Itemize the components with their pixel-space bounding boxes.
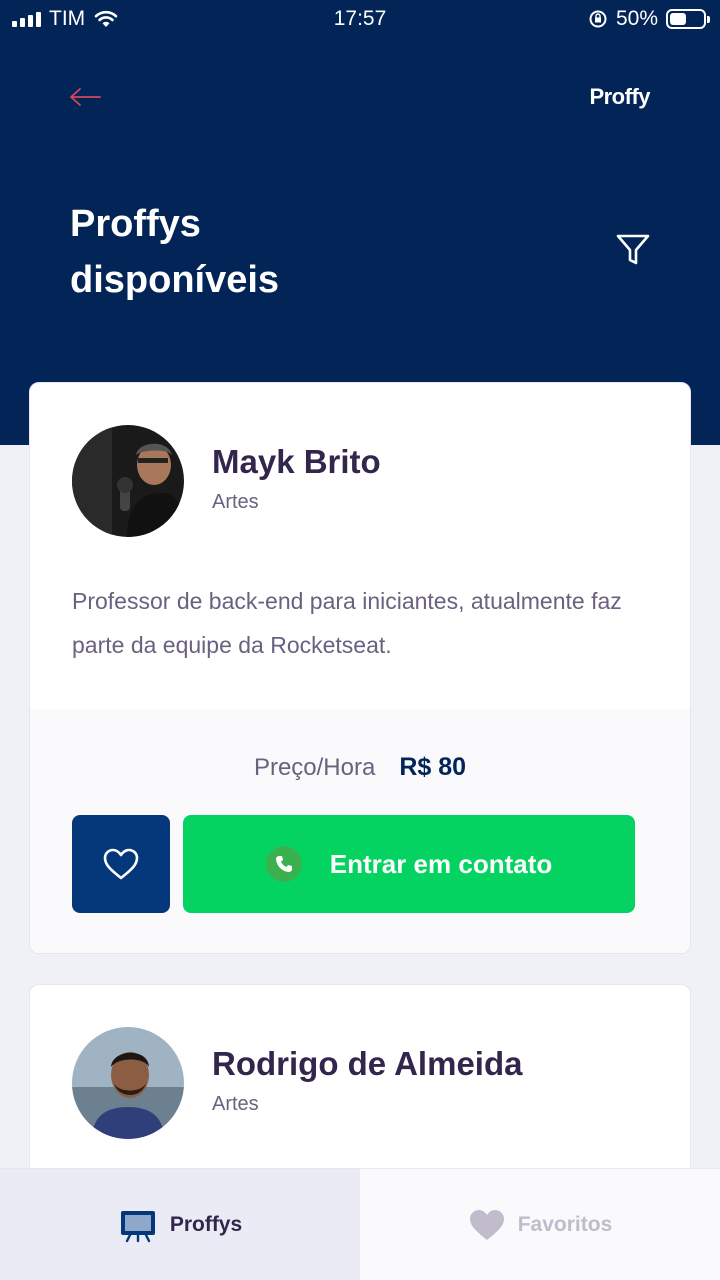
contact-button-label: Entrar em contato xyxy=(329,848,553,879)
favorite-button[interactable] xyxy=(72,815,170,913)
heart-icon xyxy=(469,1209,504,1240)
heart-outline-icon xyxy=(103,848,139,880)
status-bar: TIM 17:57 50% xyxy=(0,0,720,40)
teacher-name: Rodrigo de Almeida xyxy=(212,1045,523,1082)
teacher-card: Mayk Brito Artes Professor de back-end p… xyxy=(29,382,691,954)
teacher-subject: Artes xyxy=(212,1093,259,1115)
filter-icon xyxy=(616,234,650,265)
teacher-subject: Artes xyxy=(212,491,259,513)
price-row: Preço/Hora R$ 80 xyxy=(30,753,690,782)
tv-icon xyxy=(120,1210,155,1242)
rotation-lock-icon xyxy=(589,10,607,28)
price-value: R$ 80 xyxy=(399,753,467,781)
contact-button[interactable]: Entrar em contato xyxy=(183,815,635,913)
back-button[interactable] xyxy=(66,82,106,112)
price-label: Preço/Hora xyxy=(253,754,376,781)
arrow-left-icon xyxy=(70,88,101,106)
battery-icon xyxy=(666,9,710,29)
avatar xyxy=(72,425,184,537)
bottom-tab-bar: Proffys Favoritos xyxy=(0,1168,720,1280)
page-title: Proffys disponíveis xyxy=(70,203,280,301)
whatsapp-icon xyxy=(265,846,302,882)
card-footer: Preço/Hora R$ 80 Entrar em contato xyxy=(30,709,690,953)
tab-proffys[interactable]: Proffys xyxy=(0,1169,360,1280)
battery-percent: 50% xyxy=(615,7,658,30)
tab-label: Proffys xyxy=(169,1212,243,1236)
teacher-bio: Professor de back-end para iniciantes, a… xyxy=(72,588,622,658)
proffy-logo: Proffy xyxy=(589,84,650,109)
filter-button[interactable] xyxy=(612,230,654,270)
tab-favoritos[interactable]: Favoritos xyxy=(360,1169,720,1280)
teacher-name: Mayk Brito xyxy=(212,443,381,480)
tab-label: Favoritos xyxy=(517,1212,613,1236)
avatar xyxy=(72,1027,184,1139)
